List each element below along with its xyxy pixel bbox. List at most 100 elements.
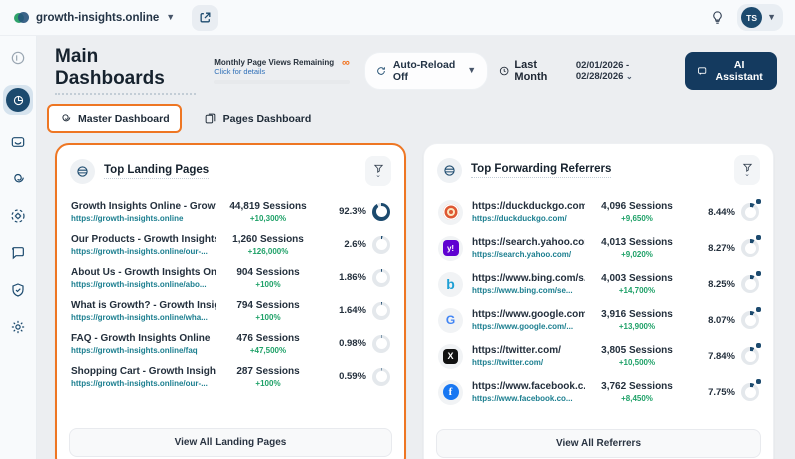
share-percent: 7.84%: [708, 350, 735, 362]
page-url-link[interactable]: https://growth-insights.online/our-...: [71, 379, 216, 388]
landing-page-row[interactable]: What is Growth? - Growth Insight... http…: [63, 294, 398, 327]
page-url-link[interactable]: https://growth-insights.online/wha...: [71, 313, 216, 322]
page-url-link[interactable]: https://growth-insights.online: [71, 214, 216, 223]
tab-master-dashboard[interactable]: Master Dashboard: [47, 104, 182, 133]
quota-details-link[interactable]: Click for details: [214, 67, 334, 76]
share-percent: 0.59%: [339, 371, 366, 382]
tab-pages-dashboard[interactable]: Pages Dashboard: [192, 104, 324, 133]
sidebar-item-automation[interactable]: [8, 206, 28, 226]
main-content: Main Dashboards Monthly Page Views Remai…: [37, 36, 795, 459]
change-percent: +8,450%: [621, 394, 653, 403]
change-percent: +10,500%: [618, 358, 656, 367]
favicon: b: [438, 271, 463, 297]
share-percent: 1.86%: [339, 272, 366, 283]
site-favicon: [14, 10, 29, 25]
donut-cap-marker: [756, 343, 761, 348]
donut-cap-marker: [756, 199, 761, 204]
top-landing-pages-card: Top Landing Pages ⌄ Growth Insights Onli…: [55, 143, 406, 459]
share-donut: [741, 271, 761, 293]
share-percent: 7.75%: [708, 386, 735, 398]
view-all-landing-pages-button[interactable]: View All Landing Pages: [69, 428, 392, 457]
landing-page-row[interactable]: About Us - Growth Insights Online https:…: [63, 261, 398, 294]
landing-page-row[interactable]: FAQ - Growth Insights Online https://gro…: [63, 327, 398, 360]
duckduckgo-icon: [442, 204, 459, 220]
share-donut: [372, 367, 390, 386]
share-donut: [372, 301, 390, 320]
ai-assistant-label: AI Assistant: [715, 58, 763, 83]
view-all-referrers-button[interactable]: View All Referrers: [436, 429, 761, 458]
change-percent: +100%: [255, 378, 281, 388]
landing-page-row[interactable]: Our Products - Growth Insights O... http…: [63, 228, 398, 261]
period-label: Last Month: [514, 58, 548, 83]
sidebar-item-settings[interactable]: [8, 317, 28, 337]
sidebar-item-inbox[interactable]: [8, 132, 28, 152]
mail-icon: [11, 137, 25, 147]
sidebar-item-privacy[interactable]: [8, 280, 28, 300]
referrer-url-link[interactable]: https://duckduckgo.com/: [472, 214, 585, 223]
chat-icon: [12, 247, 24, 260]
change-percent: +13,900%: [618, 322, 656, 331]
page-title-text: Our Products - Growth Insights O...: [71, 233, 216, 245]
referrer-url-link[interactable]: https://twitter.com/: [472, 358, 585, 367]
share-percent: 8.44%: [708, 206, 735, 218]
sessions-count: 3,805 Sessions: [601, 345, 673, 356]
referrer-row[interactable]: G https://www.google.com... https://www.…: [430, 302, 767, 338]
sessions-count: 3,762 Sessions: [601, 381, 673, 392]
page-url-link[interactable]: https://growth-insights.online/our-...: [71, 247, 216, 256]
date-range-selector[interactable]: 02/01/2026 - 02/28/2026 ⌄: [576, 60, 674, 82]
referrer-url-link[interactable]: https://www.bing.com/se...: [472, 286, 585, 295]
share-percent: 0.98%: [339, 338, 366, 349]
collapse-sidebar-icon[interactable]: [8, 48, 28, 68]
landing-page-row[interactable]: Growth Insights Online - Growth I... htt…: [63, 195, 398, 228]
period-selector[interactable]: Last Month: [499, 59, 565, 83]
referrer-row[interactable]: https://duckduckgo.com/ https://duckduck…: [430, 194, 767, 230]
share-percent: 8.07%: [708, 314, 735, 326]
change-percent: +100%: [255, 312, 281, 322]
infinity-value: ∞: [341, 56, 350, 69]
share-donut: [741, 379, 761, 401]
share-donut: [372, 334, 390, 353]
change-percent: +14,700%: [618, 286, 656, 295]
sidebar-item-feedback[interactable]: [8, 243, 28, 263]
filter-button[interactable]: ⌄: [365, 156, 391, 186]
bing-icon: b: [446, 276, 455, 292]
referrer-url-link[interactable]: https://search.yahoo.com/: [472, 250, 585, 259]
ai-assistant-button[interactable]: AI Assistant: [684, 51, 777, 90]
chevron-down-icon: ⌄: [626, 71, 633, 81]
referrer-url-link[interactable]: https://www.google.com/...: [472, 322, 585, 331]
referrer-row[interactable]: y! https://search.yahoo.com/ https://sea…: [430, 230, 767, 266]
share-donut: [741, 343, 761, 365]
referrer-title-text: https://www.google.com...: [472, 309, 585, 320]
page-title-text: About Us - Growth Insights Online: [71, 266, 216, 278]
hints-button[interactable]: [710, 10, 725, 25]
twitter-icon: X: [443, 348, 458, 364]
referrer-url-link[interactable]: https://www.facebook.co...: [472, 394, 585, 403]
landing-page-row[interactable]: Shopping Cart - Growth Insights ... http…: [63, 360, 398, 393]
chevron-down-icon[interactable]: ▼: [166, 13, 175, 22]
referrer-row[interactable]: X https://twitter.com/ https://twitter.c…: [430, 338, 767, 374]
favicon: y!: [438, 235, 463, 261]
user-menu[interactable]: TS ▼: [737, 4, 783, 31]
referrer-row[interactable]: b https://www.bing.com/s... https://www.…: [430, 266, 767, 302]
avatar: TS: [741, 7, 763, 28]
sidebar-item-master[interactable]: [8, 169, 28, 189]
filter-button[interactable]: ⌄: [734, 155, 760, 185]
pages-icon: [205, 113, 215, 124]
sessions-count: 4,003 Sessions: [601, 273, 673, 284]
page-title-text: What is Growth? - Growth Insight...: [71, 299, 216, 311]
date-range: 02/01/2026 - 02/28/2026: [575, 59, 630, 82]
page-url-link[interactable]: https://growth-insights.online/abo...: [71, 280, 216, 289]
change-percent: +9,650%: [621, 214, 653, 223]
page-url-link[interactable]: https://growth-insights.online/faq: [71, 346, 216, 355]
auto-reload-dropdown[interactable]: Auto-Reload Off ▼: [363, 51, 489, 90]
open-site-button[interactable]: [192, 4, 219, 31]
pie-chart-icon: [6, 88, 30, 112]
chevron-down-icon: ▼: [767, 12, 776, 22]
site-selector-label[interactable]: growth-insights.online: [36, 12, 159, 24]
sidebar-item-dashboards[interactable]: [3, 85, 33, 115]
referrers-list: https://duckduckgo.com/ https://duckduck…: [424, 192, 773, 423]
referrer-title-text: https://www.bing.com/s...: [472, 273, 585, 284]
external-link-icon: [200, 12, 211, 23]
sessions-count: 4,013 Sessions: [601, 237, 673, 248]
referrer-row[interactable]: f https://www.facebook.c... https://www.…: [430, 374, 767, 410]
